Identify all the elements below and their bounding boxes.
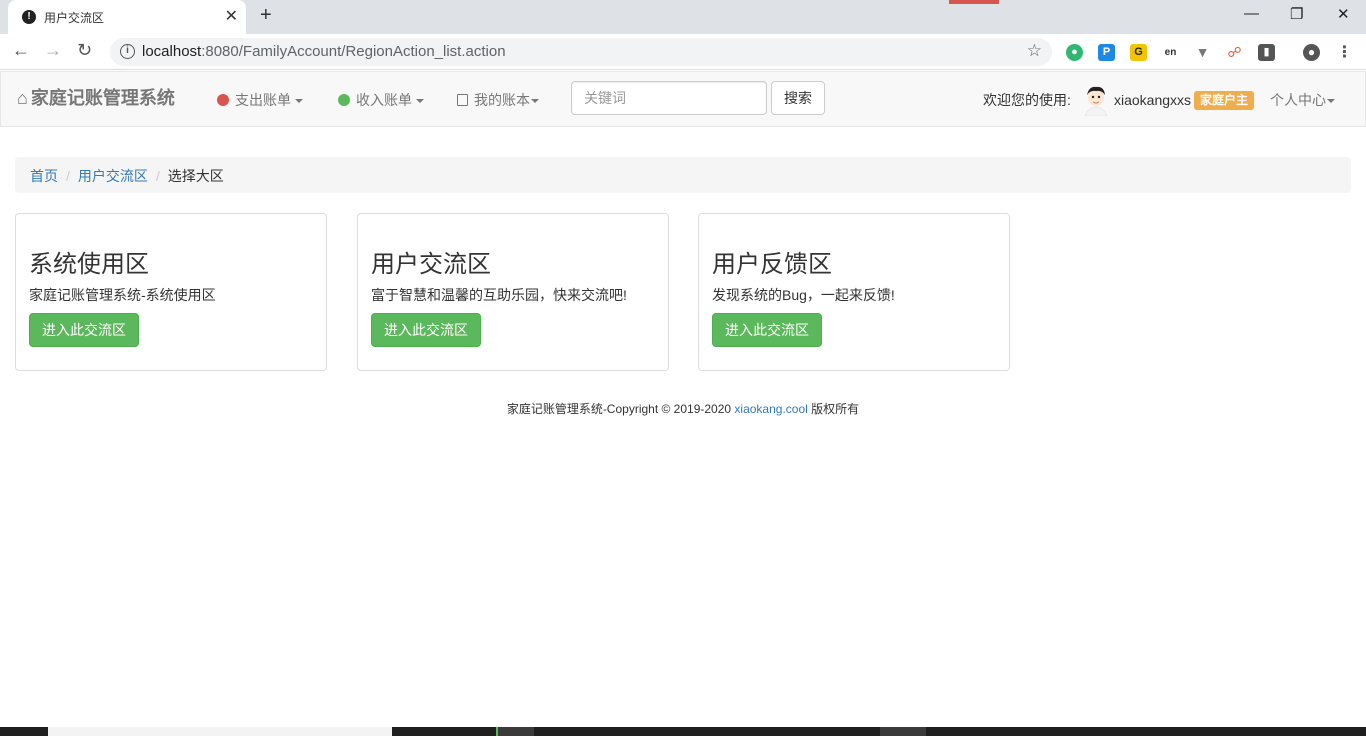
footer-link[interactable]: xiaokang.cool [734,402,807,416]
breadcrumb-home[interactable]: 首页 [30,168,58,184]
search-input[interactable] [571,81,767,115]
footer-suffix: 版权所有 [811,402,860,416]
breadcrumb-separator: / [66,168,70,184]
footer: 家庭记账管理系统-Copyright © 2019-2020 xiaokang.… [0,400,1366,417]
mybook-menu-label: 我的账本 [474,92,530,108]
book-icon [457,94,468,106]
tab-close-icon[interactable]: ✕ [225,6,238,26]
tab-strip-marker [949,0,999,4]
browser-tab[interactable]: ! 用户交流区 ✕ [8,0,246,34]
card-description: 富于智慧和温馨的互助乐园，快来交流吧! [371,287,627,303]
username[interactable]: xiaokangxxs [1114,92,1191,108]
extension-g-icon[interactable]: G [1130,44,1147,61]
home-icon: ⌂ [17,88,28,108]
taskbar-app[interactable] [496,727,534,736]
money-bag-icon [338,94,350,106]
role-badge: 家庭户主 [1194,91,1255,110]
card-description: 家庭记账管理系统-系统使用区 [29,287,216,303]
region-card-user: 用户交流区 富于智慧和温馨的互助乐园，快来交流吧! 进入此交流区 [357,213,669,371]
personal-center-menu[interactable]: 个人中心 [1270,90,1335,110]
url-text[interactable]: localhost:8080/FamilyAccount/RegionActio… [142,43,506,60]
region-card-feedback: 用户反馈区 发现系统的Bug，一起来反馈! 进入此交流区 [698,213,1010,371]
browser-menu-icon[interactable]: ⋮ [1336,44,1353,61]
breadcrumb: 首页 / 用户交流区 / 选择大区 [15,157,1351,193]
extension-green-icon[interactable]: ● [1066,44,1083,61]
extension-book-icon[interactable]: ▮ [1258,44,1275,61]
breadcrumb-separator: / [155,168,160,184]
welcome-text: 欢迎您的使用: [983,92,1071,108]
brand[interactable]: ⌂ 家庭记账管理系统 [17,84,175,110]
site-favicon-icon: ! [22,10,36,24]
app-navbar: ⌂家庭记账管理系统 支出账单 收入账单 我的账本 搜索 欢迎您的使用: xiao… [0,71,1366,127]
expense-menu[interactable]: 支出账单 [217,90,303,110]
region-card-system: 系统使用区 家庭记账管理系统-系统使用区 进入此交流区 [15,213,327,371]
extension-v-icon[interactable]: ▼ [1194,44,1211,61]
enter-region-button[interactable]: 进入此交流区 [29,313,139,347]
card-description: 发现系统的Bug，一起来反馈! [712,287,895,303]
caret-down-icon [531,99,539,104]
footer-copyright: 家庭记账管理系统-Copyright © 2019-2020 [506,402,732,416]
taskbar-search-box[interactable] [48,727,392,736]
caret-down-icon [1327,99,1335,104]
profile-icon[interactable]: ● [1303,44,1320,61]
enter-region-button[interactable]: 进入此交流区 [712,313,822,347]
extension-people-icon[interactable]: ☍ [1226,44,1243,61]
restore-icon[interactable]: ❐ [1290,5,1303,23]
back-icon[interactable]: ← [12,40,30,61]
enter-region-button[interactable]: 进入此交流区 [371,313,481,347]
brand-label: 家庭记账管理系统 [30,88,175,108]
breadcrumb-user-forum[interactable]: 用户交流区 [78,168,148,184]
address-bar[interactable]: i localhost:8080/FamilyAccount/RegionAct… [110,38,1052,66]
browser-tab-bar: ! 用户交流区 ✕ + — ❐ ✕ [0,0,1366,34]
mybook-menu[interactable]: 我的账本 [457,90,539,110]
card-title: 用户反馈区 [712,251,832,278]
bookmark-star-icon[interactable]: ☆ [1027,41,1042,61]
extension-p-icon[interactable]: P [1098,44,1115,61]
browser-toolbar: ← → ↻ i localhost:8080/FamilyAccount/Reg… [0,34,1366,70]
money-bag-icon [217,94,229,106]
search-button[interactable]: 搜索 [771,81,825,115]
reload-icon[interactable]: ↻ [77,40,92,61]
card-title: 用户交流区 [371,251,491,278]
income-menu[interactable]: 收入账单 [338,90,424,110]
window-close-icon[interactable]: ✕ [1337,5,1350,23]
caret-down-icon [295,99,303,104]
extension-translate-icon[interactable]: en [1162,44,1179,61]
tab-title: 用户交流区 [44,11,105,25]
income-menu-label: 收入账单 [356,92,412,108]
breadcrumb-current: 选择大区 [167,168,224,184]
caret-down-icon [416,99,424,104]
expense-menu-label: 支出账单 [235,92,291,108]
avatar [1084,86,1108,116]
personal-center-label: 个人中心 [1270,92,1326,108]
card-title: 系统使用区 [29,251,149,278]
site-info-icon[interactable]: i [120,44,135,59]
forward-icon[interactable]: → [44,40,62,61]
os-taskbar [0,727,1366,736]
minimize-icon[interactable]: — [1244,5,1259,22]
taskbar-app[interactable] [880,727,926,736]
new-tab-icon[interactable]: + [260,4,272,27]
